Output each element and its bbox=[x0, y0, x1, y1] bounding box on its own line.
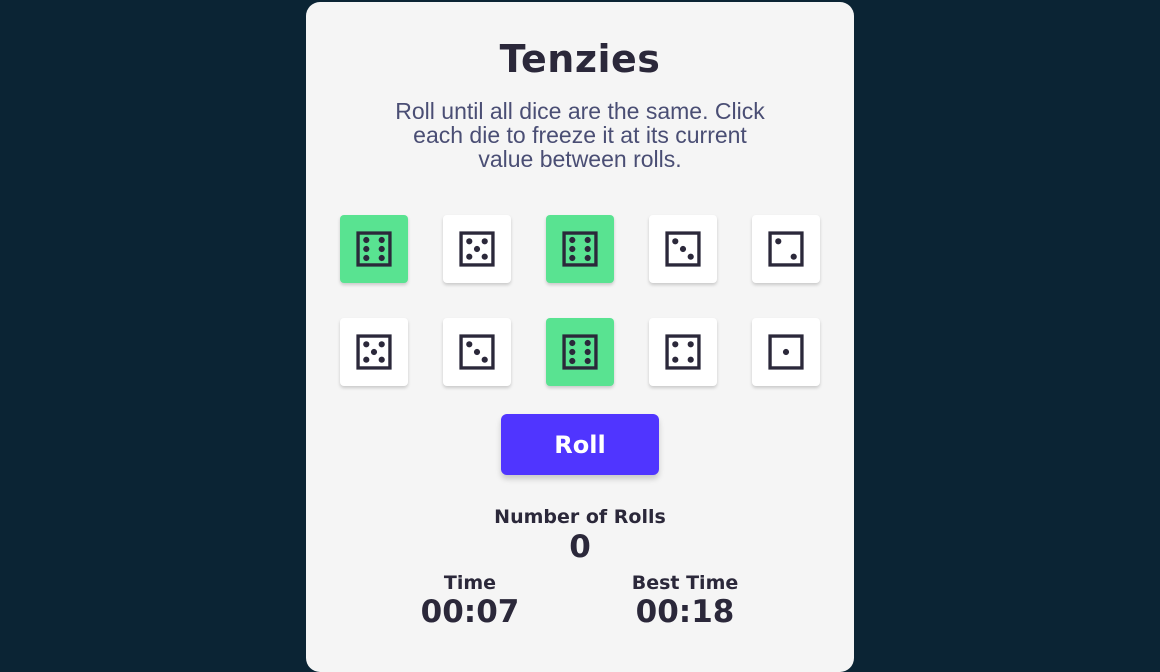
rolls-count: 0 bbox=[569, 529, 591, 565]
die-2[interactable] bbox=[443, 215, 511, 283]
die-7[interactable] bbox=[443, 318, 511, 386]
best-time-value: 00:18 bbox=[635, 594, 735, 630]
die-3[interactable] bbox=[546, 215, 614, 283]
game-title: Tenzies bbox=[499, 37, 661, 81]
die-4[interactable] bbox=[649, 215, 717, 283]
die-six-icon bbox=[562, 231, 598, 267]
die-one-icon bbox=[768, 334, 804, 370]
die-5[interactable] bbox=[752, 215, 820, 283]
roll-button[interactable]: Roll bbox=[501, 414, 659, 475]
die-five-icon bbox=[356, 334, 392, 370]
time-label: Time bbox=[443, 572, 497, 594]
best-time-label: Best Time bbox=[631, 572, 739, 594]
die-six-icon bbox=[562, 334, 598, 370]
die-9[interactable] bbox=[649, 318, 717, 386]
die-five-icon bbox=[459, 231, 495, 267]
dice-grid bbox=[340, 215, 822, 386]
rolls-label: Number of Rolls bbox=[494, 506, 666, 528]
game-card: Tenzies Roll until all dice are the same… bbox=[306, 2, 854, 672]
die-6[interactable] bbox=[340, 318, 408, 386]
die-two-icon bbox=[768, 231, 804, 267]
time-value: 00:07 bbox=[420, 594, 520, 630]
die-six-icon bbox=[356, 231, 392, 267]
die-10[interactable] bbox=[752, 318, 820, 386]
die-three-icon bbox=[665, 231, 701, 267]
die-8[interactable] bbox=[546, 318, 614, 386]
game-instructions: Roll until all dice are the same. Click … bbox=[395, 98, 765, 172]
die-three-icon bbox=[459, 334, 495, 370]
die-1[interactable] bbox=[340, 215, 408, 283]
die-four-icon bbox=[665, 334, 701, 370]
